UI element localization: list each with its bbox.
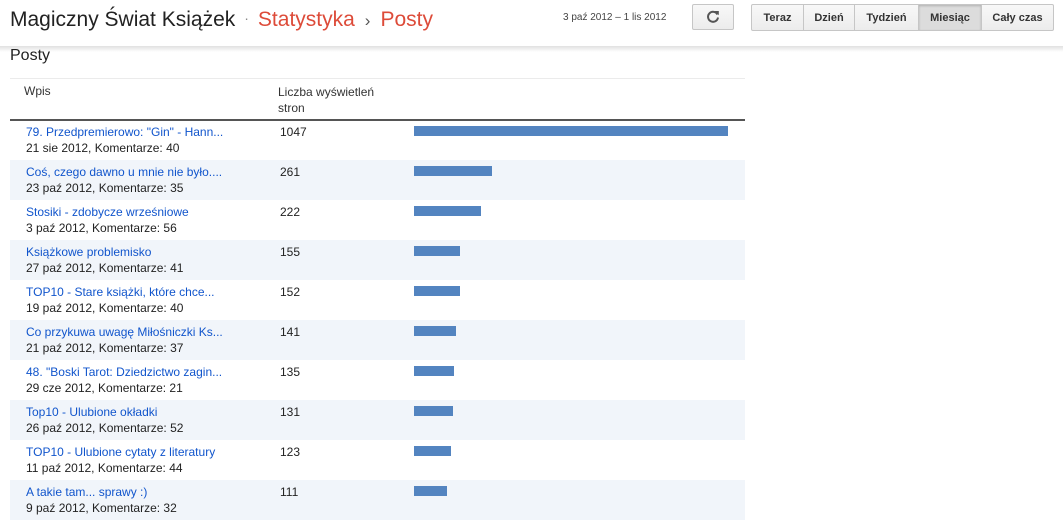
- page-title: Magiczny Świat Książek · Statystyka › Posty: [10, 8, 433, 32]
- table-row: Co przykuwa uwagę Miłośniczki Ks... 21 pa…: [10, 320, 745, 360]
- post-cell: 79. Przedpremierowo: "Gin" - Hann... 21 s…: [26, 124, 251, 156]
- post-meta: 9 paź 2012, Komentarze: 32: [26, 501, 177, 515]
- refresh-icon: [707, 10, 719, 23]
- views-count: 155: [280, 245, 301, 259]
- posts-table-body: 79. Przedpremierowo: "Gin" - Hann... 21 s…: [10, 120, 745, 520]
- views-count: 111: [280, 485, 299, 499]
- post-title-link[interactable]: TOP10 - Ulubione cytaty z literatury: [26, 444, 251, 460]
- post-meta: 23 paź 2012, Komentarze: 35: [26, 181, 184, 195]
- table-row: Książkowe problemisko 27 paź 2012, Koment…: [10, 240, 745, 280]
- post-meta: 21 sie 2012, Komentarze: 40: [26, 141, 180, 155]
- views-bar: [414, 166, 492, 176]
- views-bar: [414, 446, 451, 456]
- header-shadow: [0, 46, 1063, 52]
- post-cell: Co przykuwa uwagę Miłośniczki Ks... 21 pa…: [26, 324, 251, 356]
- table-row: Top10 - Ulubione okładki 26 paź 2012, Kom…: [10, 400, 745, 440]
- column-header-views: Liczba wyświetleń stron: [278, 85, 375, 115]
- post-title-link[interactable]: A takie tam... sprawy :): [26, 484, 251, 500]
- post-meta: 29 cze 2012, Komentarze: 21: [26, 381, 183, 395]
- views-bar: [414, 246, 460, 256]
- post-meta: 26 paź 2012, Komentarze: 52: [26, 421, 184, 435]
- post-title-link[interactable]: Top10 - Ulubione okładki: [26, 404, 251, 420]
- post-meta: 27 paź 2012, Komentarze: 41: [26, 261, 184, 275]
- blog-title[interactable]: Magiczny Świat Książek: [10, 8, 235, 31]
- views-bar: [414, 366, 454, 376]
- table-row: Stosiki - zdobycze wrześniowe 3 paź 2012,…: [10, 200, 745, 240]
- header-bar: Magiczny Świat Książek · Statystyka › Posty …: [0, 0, 1063, 46]
- post-meta: 19 paź 2012, Komentarze: 40: [26, 301, 184, 315]
- table-row: Coś, czego dawno u mnie nie było.... 23 p…: [10, 160, 745, 200]
- post-cell: Stosiki - zdobycze wrześniowe 3 paź 2012,…: [26, 204, 251, 236]
- table-row: A takie tam... sprawy :) 9 paź 2012, Kome…: [10, 480, 745, 520]
- views-bar: [414, 206, 481, 216]
- views-bar: [414, 486, 447, 496]
- post-cell: Książkowe problemisko 27 paź 2012, Koment…: [26, 244, 251, 276]
- period-selector: Teraz Dzień Tydzień Miesiąc Cały czas: [751, 4, 1054, 31]
- post-cell: A takie tam... sprawy :) 9 paź 2012, Kome…: [26, 484, 251, 516]
- post-meta: 11 paź 2012, Komentarze: 44: [26, 461, 183, 475]
- views-count: 123: [280, 445, 301, 459]
- breadcrumb-stats[interactable]: Statystyka: [258, 8, 355, 31]
- period-all-time-button[interactable]: Cały czas: [981, 4, 1054, 31]
- post-title-link[interactable]: Coś, czego dawno u mnie nie było....: [26, 164, 251, 180]
- post-title-link[interactable]: Co przykuwa uwagę Miłośniczki Ks...: [26, 324, 251, 340]
- table-row: TOP10 - Ulubione cytaty z literatury 11 p…: [10, 440, 745, 480]
- views-bar: [414, 126, 728, 136]
- period-month-button[interactable]: Miesiąc: [918, 4, 982, 31]
- refresh-button[interactable]: [692, 4, 734, 30]
- views-count: 222: [280, 205, 301, 219]
- views-count: 135: [280, 365, 301, 379]
- views-count: 152: [280, 285, 301, 299]
- post-title-link[interactable]: Książkowe problemisko: [26, 244, 251, 260]
- period-day-button[interactable]: Dzień: [803, 4, 855, 31]
- table-row: TOP10 - Stare książki, które chce... 19 p…: [10, 280, 745, 320]
- views-bar: [414, 326, 456, 336]
- post-cell: TOP10 - Ulubione cytaty z literatury 11 p…: [26, 444, 251, 476]
- table-row: 48. "Boski Tarot: Dziedzictwo zagin... 29…: [10, 360, 745, 400]
- views-count: 141: [280, 325, 301, 339]
- post-cell: Top10 - Ulubione okładki 26 paź 2012, Kom…: [26, 404, 251, 436]
- views-count: 1047: [280, 125, 307, 139]
- post-cell: 48. "Boski Tarot: Dziedzictwo zagin... 29…: [26, 364, 251, 396]
- views-count: 131: [280, 405, 301, 419]
- post-title-link[interactable]: 79. Przedpremierowo: "Gin" - Hann...: [26, 124, 251, 140]
- post-meta: 3 paź 2012, Komentarze: 56: [26, 221, 177, 235]
- table-header: Wpis Liczba wyświetleń stron: [10, 78, 745, 121]
- title-separator-dot: ·: [244, 10, 249, 26]
- period-week-button[interactable]: Tydzień: [854, 4, 919, 31]
- post-title-link[interactable]: Stosiki - zdobycze wrześniowe: [26, 204, 251, 220]
- date-range: 3 paź 2012 – 1 lis 2012: [563, 12, 667, 23]
- period-now-button[interactable]: Teraz: [751, 4, 804, 31]
- breadcrumb-separator: ›: [364, 11, 371, 30]
- post-meta: 21 paź 2012, Komentarze: 37: [26, 341, 184, 355]
- post-title-link[interactable]: 48. "Boski Tarot: Dziedzictwo zagin...: [26, 364, 251, 380]
- column-header-post: Wpis: [24, 84, 51, 98]
- views-bar: [414, 286, 460, 296]
- post-title-link[interactable]: TOP10 - Stare książki, które chce...: [26, 284, 251, 300]
- post-cell: TOP10 - Stare książki, które chce... 19 p…: [26, 284, 251, 316]
- views-count: 261: [280, 165, 301, 179]
- breadcrumb-posts: Posty: [380, 8, 433, 31]
- views-bar: [414, 406, 453, 416]
- post-cell: Coś, czego dawno u mnie nie było.... 23 p…: [26, 164, 251, 196]
- table-row: 79. Przedpremierowo: "Gin" - Hann... 21 s…: [10, 120, 745, 160]
